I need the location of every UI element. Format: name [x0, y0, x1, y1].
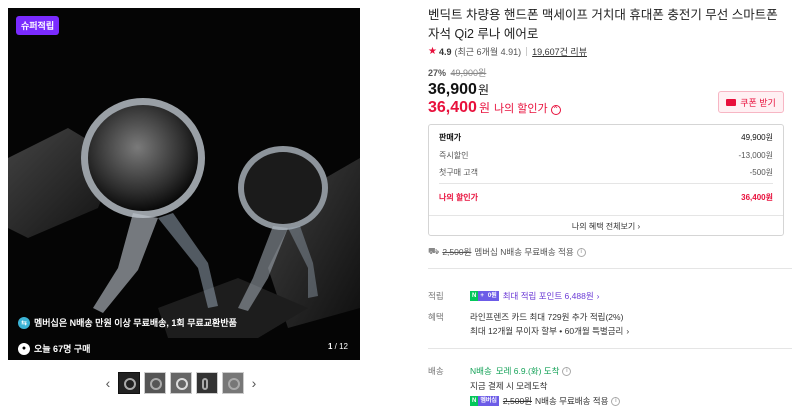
breakdown-my-price-label: 나의 할인가 [439, 193, 479, 202]
delivery-original-fee: 2,500원 [502, 396, 532, 406]
sale-price-unit: 원 [477, 83, 489, 97]
breakdown-divider [439, 183, 773, 184]
points-row[interactable]: N +0원 최대 적립 포인트 6,488원 › [470, 290, 599, 302]
badge-plus: + [478, 291, 486, 301]
shipping-original-fee: 2,500원 [442, 247, 472, 257]
thumbnail-strip: ‹ › [100, 372, 262, 394]
thumbnail-5[interactable] [222, 372, 244, 394]
membership-badge: N +0원 [470, 291, 499, 301]
delivery-fee-row: N 멤버십 2,500원 N배송 무료배송 적용 i [470, 395, 621, 407]
chevron-right-icon: › [626, 326, 630, 336]
breakdown-row: 판매가 49,900원 [439, 132, 773, 143]
rating-value: 4.9 [438, 46, 452, 57]
page-current: 1 [327, 342, 333, 351]
delivery-eta: 모레 6.9.(화) 도착 [495, 366, 560, 376]
chevron-up-icon[interactable]: ⌃ [550, 104, 561, 115]
my-price-label: 나의 할인가 [493, 103, 548, 115]
shipping-summary: ⛟ 2,500원 멤버십 N배송 무료배송 적용 i [428, 246, 586, 258]
badge-n: N [470, 291, 479, 301]
chevron-left-icon: ‹ [105, 375, 111, 391]
product-title: 벤딕트 차량용 핸드폰 맥세이프 거치대 휴대폰 충전기 무선 스마트폰 자석 … [428, 8, 778, 41]
info-icon[interactable]: i [562, 366, 572, 376]
n-delivery-badge: N배송 [470, 366, 492, 376]
badge-n: N [470, 396, 479, 406]
truck-icon: ⛟ [428, 246, 440, 256]
badge-membership: 멤버십 [478, 396, 499, 406]
fire-icon: ● [18, 342, 30, 355]
delivery-eta-row: N배송 모레 6.9.(화) 도착 i [470, 365, 572, 377]
badge-points: 0원 [485, 291, 499, 301]
breakdown-label: 판매가 [439, 133, 462, 142]
thumbnail-image [228, 378, 240, 390]
price-breakdown: 판매가 49,900원 즉시할인 -13,000원 첫구매 고객 -500원 나… [428, 124, 784, 236]
section-divider [428, 268, 792, 269]
membership-notice-text: 멤버십은 N배송 만원 이상 무료배송, 1회 무료교환반품 [34, 318, 237, 328]
image-page-counter: 1 / 12 [328, 342, 348, 351]
my-price-amount: 36,400 [428, 99, 477, 116]
card-benefit-line1: 라인프렌즈 카드 최대 729원 추가 적립(2%) [470, 311, 623, 323]
thumbnail-3[interactable] [170, 372, 192, 394]
sale-price-amount: 36,900 [428, 81, 477, 98]
section-divider [428, 348, 792, 349]
thumbnail-2[interactable] [144, 372, 166, 394]
delivery-label: 배송 [428, 366, 444, 376]
rating-recent-close: ) [518, 46, 522, 57]
card-benefit-text2: 최대 12개월 무이자 할부 • 60개월 특별금리 [470, 326, 624, 336]
card-benefit-text1: 라인프렌즈 카드 최대 729원 추가 적립(2%) [470, 312, 624, 322]
original-price: 49,900원 [450, 68, 487, 78]
delivery-fee-text: N배송 무료배송 적용 [535, 396, 609, 406]
points-text: 최대 적립 포인트 6,488원 [502, 291, 594, 301]
thumb-next-button[interactable]: › [246, 373, 262, 393]
page-total: / 12 [334, 342, 348, 351]
breakdown-row: 즉시할인 -13,000원 [439, 150, 773, 161]
breakdown-label: 즉시할인 [439, 151, 469, 160]
thumbnail-image [150, 378, 162, 390]
my-price-row[interactable]: 36,400 원 나의 할인가 ⌃ [428, 99, 561, 117]
breakdown-my-price-value: 36,400원 [741, 193, 773, 202]
info-icon[interactable]: i [611, 396, 621, 406]
purchase-count: ● 오늘 67명 구매 [18, 342, 90, 355]
divider [526, 47, 528, 56]
breakdown-row: 첫구매 고객 -500원 [439, 167, 773, 178]
rating-recent: (최근 6개월 4.91 [454, 47, 519, 57]
thumbnail-1[interactable] [118, 372, 140, 394]
product-photo [8, 8, 360, 360]
thumbnail-image [202, 378, 208, 390]
thumbnail-image [124, 378, 136, 390]
breakdown-value: -500원 [749, 168, 773, 177]
membership-badge: N 멤버십 [470, 396, 499, 406]
view-all-benefits-button[interactable]: 나의 혜택 전체보기 › [429, 215, 783, 237]
breakdown-label: 첫구매 고객 [439, 168, 479, 177]
info-icon[interactable]: i [576, 247, 586, 257]
my-price-unit: 원 [478, 101, 490, 115]
chevron-right-icon: › [251, 375, 257, 391]
chevron-right-icon: › [596, 291, 600, 301]
breakdown-my-price: 나의 할인가 36,400원 [439, 192, 773, 203]
purchase-count-text: 오늘 67명 구매 [34, 344, 91, 354]
discount-row: 27% 49,900원 [428, 66, 486, 79]
thumbnail-4[interactable] [196, 372, 218, 394]
thumbnail-image [176, 378, 188, 390]
product-image-gallery[interactable]: 슈퍼적립 ⇆ 멤버십은 N배송 만원 이상 무료배송, 1회 무료교환반품 ● … [8, 8, 360, 360]
coupon-icon [726, 98, 737, 106]
breakdown-value: -13,000원 [738, 151, 774, 160]
shipping-summary-text: 멤버십 N배송 무료배송 적용 [474, 247, 574, 257]
delivery-note: 지금 결제 시 모레도착 [470, 381, 548, 391]
review-count-link[interactable]: 19,607건 리뷰 [532, 45, 587, 58]
discount-percent: 27% [428, 68, 447, 78]
promo-badge: 슈퍼적립 [16, 16, 60, 35]
card-benefit-line2[interactable]: 최대 12개월 무이자 할부 • 60개월 특별금리 › [470, 325, 629, 337]
membership-notice: ⇆ 멤버십은 N배송 만원 이상 무료배송, 1회 무료교환반품 [18, 316, 237, 329]
sale-price: 36,900원 [428, 81, 489, 99]
rating-row: ★ 4.9 (최근 6개월 4.91) 19,607건 리뷰 [428, 45, 587, 58]
coupon-button[interactable]: 쿠폰 받기 [718, 91, 784, 113]
coupon-button-label: 쿠폰 받기 [740, 97, 776, 108]
points-label: 적립 [428, 291, 444, 301]
benefits-label: 혜택 [428, 312, 444, 322]
breakdown-value: 49,900원 [741, 133, 773, 142]
delivery-icon: ⇆ [18, 316, 30, 329]
star-icon: ★ [428, 46, 437, 57]
thumb-prev-button[interactable]: ‹ [100, 373, 116, 393]
